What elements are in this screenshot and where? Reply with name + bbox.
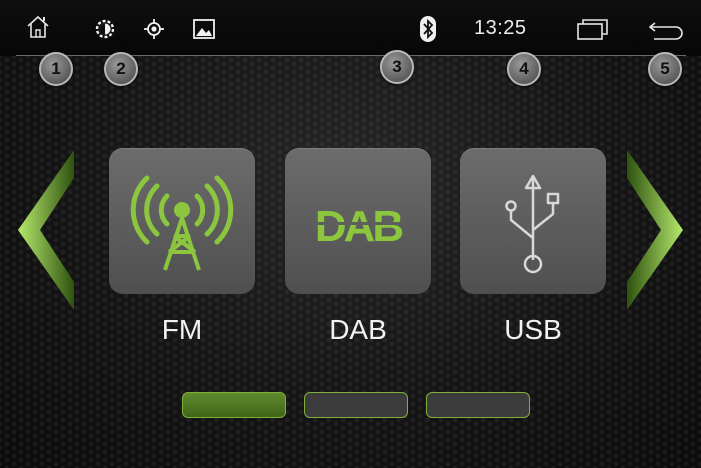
status-bar: 13:25: [0, 0, 701, 56]
callout-4: 4: [507, 52, 541, 86]
callout-2: 2: [104, 52, 138, 86]
gps-button[interactable]: [143, 18, 165, 40]
callout-1: 1: [39, 52, 73, 86]
recent-apps-button[interactable]: [577, 18, 609, 40]
recent-apps-icon: [577, 19, 608, 40]
chevron-left-icon: [18, 150, 74, 310]
page-indicator-3[interactable]: [426, 392, 530, 418]
usb-icon: [505, 174, 560, 274]
dab-logo-icon: DAB: [309, 202, 407, 251]
usb-tile[interactable]: [460, 148, 606, 294]
callout-3: 3: [380, 50, 414, 84]
usb-label: USB: [504, 314, 562, 345]
fm-antenna-icon: [130, 175, 234, 271]
svg-text:DAB: DAB: [315, 202, 403, 251]
fm-tile[interactable]: [109, 148, 255, 294]
brightness-icon: [95, 19, 115, 39]
previous-page-button[interactable]: [14, 150, 76, 315]
home-button[interactable]: [24, 12, 52, 40]
image-icon: [193, 19, 215, 39]
page-indicator-1[interactable]: [182, 392, 286, 418]
dab-label: DAB: [329, 314, 387, 345]
brightness-button[interactable]: [94, 18, 116, 40]
dab-tile[interactable]: DAB: [285, 148, 431, 294]
page-indicator-2[interactable]: [304, 392, 408, 418]
chevron-right-icon: [627, 150, 683, 310]
back-icon: [648, 22, 683, 40]
back-button[interactable]: [648, 22, 684, 40]
clock: 13:25: [474, 17, 527, 39]
gps-icon: [144, 19, 164, 39]
bluetooth-status: [420, 16, 436, 42]
callout-5: 5: [648, 52, 682, 86]
home-icon: [27, 15, 49, 38]
fm-label: FM: [161, 314, 203, 345]
bluetooth-icon: [420, 16, 436, 42]
next-page-button[interactable]: [625, 150, 687, 315]
gallery-button[interactable]: [193, 19, 215, 39]
